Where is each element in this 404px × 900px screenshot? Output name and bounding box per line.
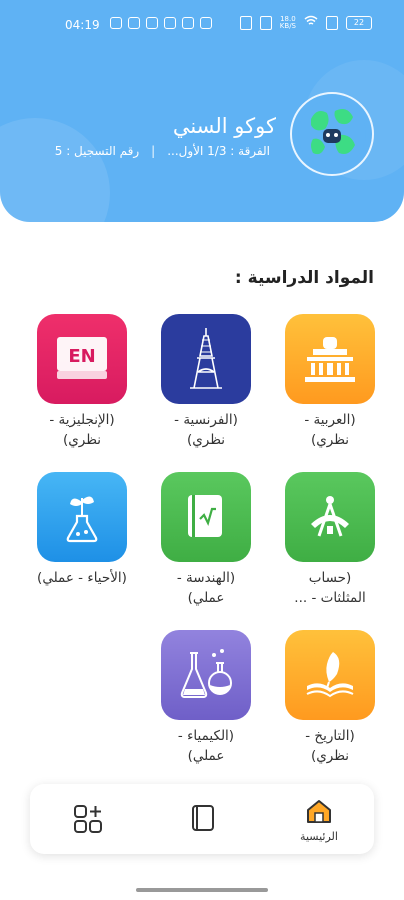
- notification-icon: [146, 17, 158, 29]
- user-name: كوكو السني: [172, 114, 276, 138]
- profile-picture-icon: [298, 100, 366, 168]
- subject-tile-trigonometry[interactable]: (حساب المثلثات - ...: [285, 472, 375, 608]
- compass-ruler-icon: [285, 472, 375, 562]
- subject-label: (الأحياء - عملي): [37, 570, 127, 586]
- section-title: المواد الدراسية :: [234, 268, 374, 288]
- profile-header: 04:19 18.0 KB/S 22 كوكو السني الفرقة: 1…: [0, 0, 404, 222]
- bottom-navigation: الرئيسية: [30, 784, 374, 854]
- user-info: الفرقة : 1/3 الأول... | رقم التسجيل : 5: [24, 144, 270, 158]
- decorative-circle: [0, 118, 110, 222]
- wifi-icon: [304, 15, 318, 30]
- network-speed: 18.0 KB/S: [279, 14, 296, 30]
- user-grade: الفرقة : 1/3 الأول...: [167, 144, 270, 158]
- subject-tile-french[interactable]: (الفرنسية - نظري): [161, 314, 251, 450]
- home-indicator[interactable]: [136, 888, 268, 892]
- subject-tile-geometry[interactable]: (الهندسة - عملي): [161, 472, 251, 608]
- geometry-book-icon: [161, 472, 251, 562]
- subject-label: (الكيمياء - عملي): [177, 728, 235, 764]
- capitol-building-icon: [285, 314, 375, 404]
- subject-label: (الإنجليزية - نظري): [49, 412, 115, 448]
- home-icon: [307, 800, 331, 823]
- vibrate-icon: [239, 15, 252, 30]
- nav-home-label: الرئيسية: [300, 830, 338, 843]
- notification-icon: [110, 17, 122, 29]
- subject-label: (الهندسة - عملي): [176, 570, 236, 606]
- subject-label: (التاريخ - نظري): [305, 728, 355, 764]
- subject-label: (الفرنسية - نظري): [174, 412, 238, 448]
- english-book-icon: EN: [37, 314, 127, 404]
- bluetooth-icon: [259, 15, 272, 30]
- book-icon: [192, 805, 214, 831]
- subject-tile-history[interactable]: (التاريخ - نظري): [285, 630, 375, 766]
- system-icons: 18.0 KB/S 22: [239, 14, 372, 30]
- notification-icon: [200, 17, 212, 29]
- subject-tile-biology[interactable]: (الأحياء - عملي): [37, 472, 127, 588]
- play-icon: [164, 17, 176, 29]
- sim-icon: [326, 15, 338, 30]
- nav-home[interactable]: الرئيسية: [288, 798, 350, 843]
- quill-book-icon: [285, 630, 375, 720]
- chemistry-flasks-icon: [161, 630, 251, 720]
- nav-apps[interactable]: [72, 804, 104, 838]
- eiffel-tower-icon: [161, 314, 251, 404]
- status-time: 04:19: [65, 18, 100, 32]
- status-bar: 04:19 18.0 KB/S 22: [0, 0, 404, 50]
- apps-icon: [74, 805, 102, 833]
- svg-text:EN: EN: [68, 346, 95, 367]
- subject-label: (حساب المثلثات - ...: [294, 570, 366, 606]
- subject-tile-english[interactable]: EN (الإنجليزية - نظري): [37, 314, 127, 450]
- nav-books[interactable]: [188, 804, 218, 836]
- subject-tile-chemistry[interactable]: (الكيمياء - عملي): [161, 630, 251, 766]
- info-separator: |: [151, 144, 156, 158]
- avatar[interactable]: [290, 92, 374, 176]
- user-registration: رقم التسجيل : 5: [54, 144, 140, 158]
- notification-icons: [110, 17, 212, 29]
- youtube-icon: [128, 17, 140, 29]
- plant-flask-icon: [37, 472, 127, 562]
- battery-icon: 22: [346, 15, 372, 30]
- notification-icon: [182, 17, 194, 29]
- subject-label: (العربية - نظري): [304, 412, 356, 448]
- subject-tile-arabic[interactable]: (العربية - نظري): [285, 314, 375, 450]
